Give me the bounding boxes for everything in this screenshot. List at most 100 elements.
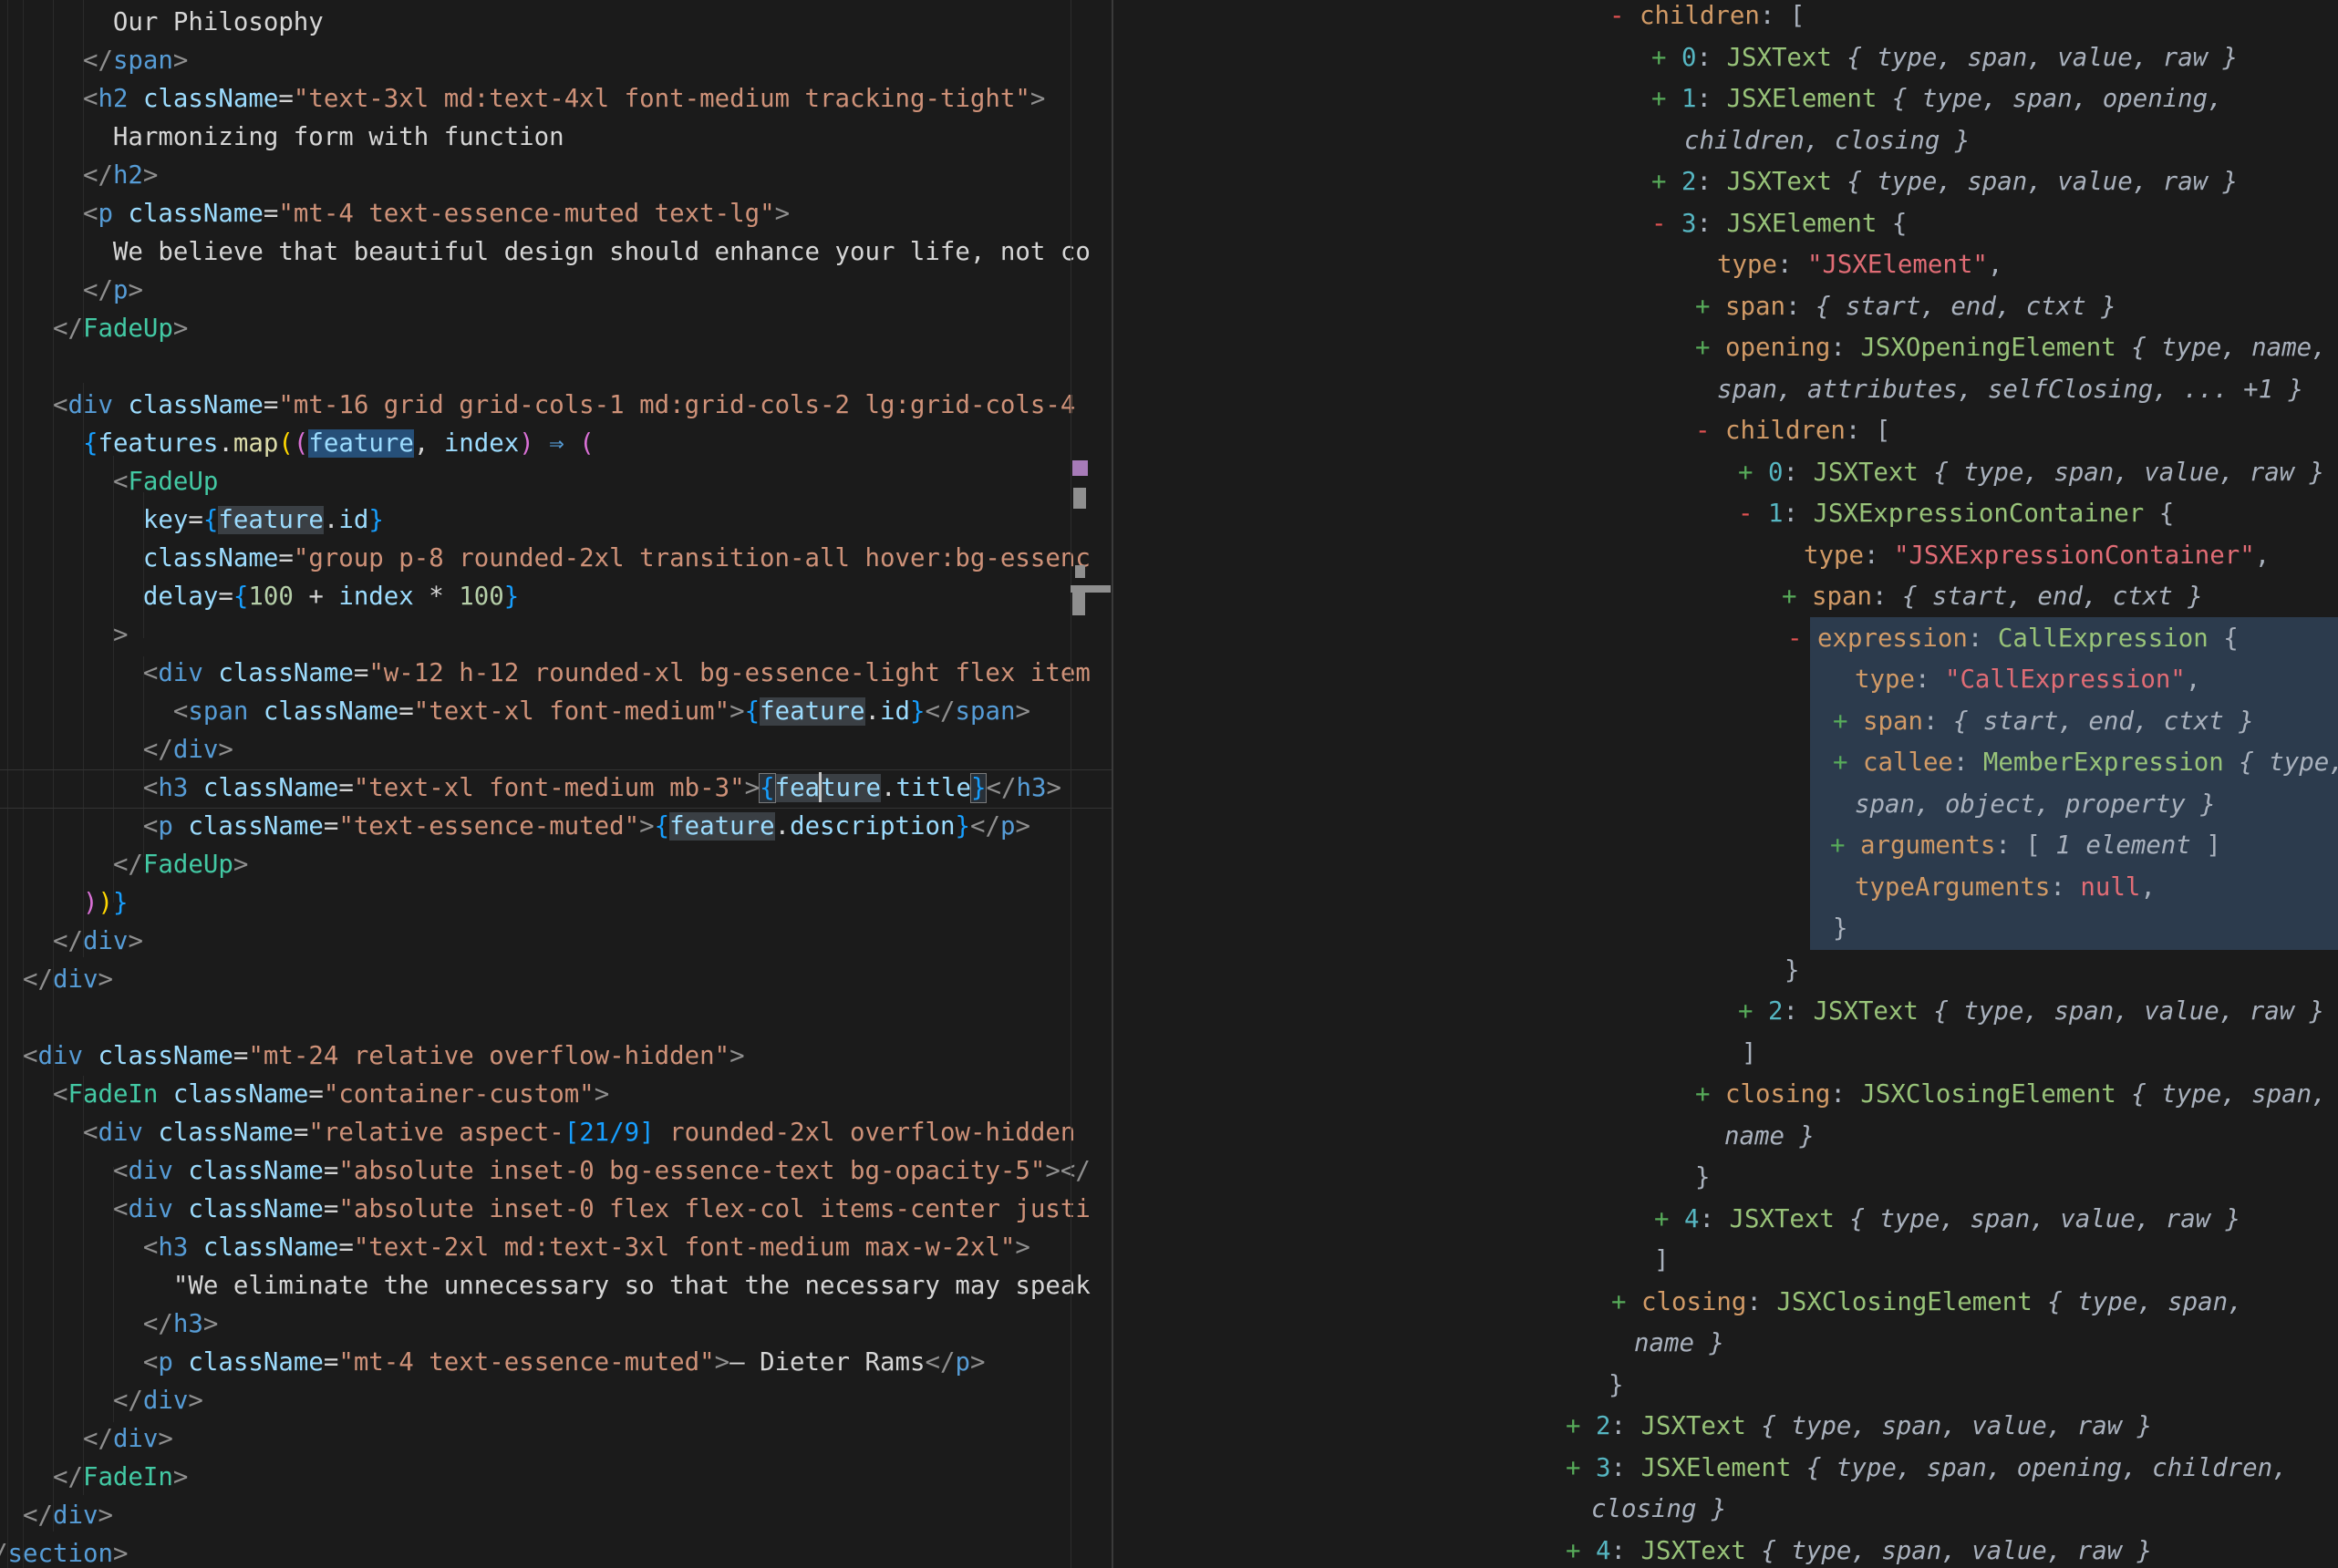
ast-tree-line[interactable]: - 3: JSXElement { [1651, 203, 1907, 245]
ast-tree-line[interactable]: + arguments: [ 1 element ] [1830, 825, 2221, 867]
code-token: section [8, 1540, 113, 1568]
ast-tree-line[interactable]: closing } [1591, 1489, 1726, 1531]
code-line[interactable]: key={feature.id} [0, 501, 1091, 540]
ast-tree-panel[interactable]: - children: [+ 0: JSXText { type, span, … [1113, 0, 2338, 1568]
ast-tree-line[interactable]: } [1695, 1157, 1711, 1199]
code-line[interactable]: "We eliminate the unnecessary so that th… [0, 1267, 1091, 1305]
ast-tree-line[interactable]: - children: [ [1609, 0, 1805, 37]
code-line[interactable]: <h3 className="text-xl font-medium mb-3"… [0, 769, 1091, 808]
code-line[interactable]: We believe that beautiful design should … [0, 233, 1091, 272]
ast-tree-line[interactable]: + 3: JSXElement { type, span, opening, c… [1566, 1448, 2288, 1490]
code-line[interactable]: </p> [0, 272, 1091, 310]
code-token [0, 1042, 23, 1070]
code-line[interactable]: <span className="text-xl font-medium">{f… [0, 693, 1091, 731]
code-token: delay [143, 583, 218, 611]
ast-tree-line[interactable]: type: "JSXElement", [1717, 244, 2002, 286]
ast-tree-line[interactable]: + 0: JSXText { type, span, value, raw } [1738, 452, 2324, 494]
ast-tree-line[interactable]: + callee: MemberExpression { type, [1833, 742, 2338, 784]
code-line[interactable]: <div className="absolute inset-0 flex fl… [0, 1191, 1091, 1229]
code-line[interactable]: </FadeUp> [0, 846, 1091, 884]
code-line[interactable]: ))} [0, 884, 1091, 923]
ast-tree-line[interactable]: + opening: JSXOpeningElement { type, nam… [1695, 327, 2327, 369]
code-token: + [1654, 1205, 1684, 1233]
code-lines[interactable]: Our Philosophy </span> <h2 className="te… [0, 4, 1091, 1568]
code-line[interactable]: <div className="w-12 h-12 rounded-xl bg-… [0, 655, 1091, 693]
ast-tree-line[interactable]: } [1609, 1365, 1624, 1407]
code-line[interactable]: </FadeIn> [0, 1459, 1091, 1497]
code-token: ) [83, 889, 98, 917]
ast-tree-line[interactable]: + 2: JSXText { type, span, value, raw } [1566, 1406, 2152, 1448]
ast-tree-line[interactable]: + 4: JSXText { type, span, value, raw } [1654, 1199, 2240, 1241]
ast-tree-line[interactable]: + 1: JSXElement { type, span, opening, [1651, 78, 2223, 120]
code-line[interactable]: </div> [0, 731, 1091, 769]
ast-tree-line[interactable]: - expression: CallExpression { [1787, 618, 2239, 660]
ast-tree-line[interactable]: name } [1634, 1323, 1724, 1365]
code-token: div [113, 1425, 158, 1453]
code-line[interactable]: </div> [0, 961, 1091, 999]
code-line[interactable]: <h3 className="text-2xl md:text-3xl font… [0, 1229, 1091, 1267]
code-line[interactable]: <FadeIn className="container-custom"> [0, 1076, 1091, 1114]
code-line[interactable]: </div> [0, 923, 1091, 961]
code-line[interactable]: <div className="mt-24 relative overflow-… [0, 1037, 1091, 1076]
code-line[interactable]: Harmonizing form with function [0, 119, 1091, 157]
code-token: < [143, 1348, 159, 1377]
ast-tree-line[interactable]: + closing: JSXClosingElement { type, spa… [1695, 1074, 2327, 1116]
code-token: > [188, 1387, 203, 1415]
code-token [188, 774, 203, 802]
code-token: span [1725, 293, 1785, 321]
ast-tree-line[interactable]: + span: { start, end, ctxt } [1782, 576, 2203, 618]
ast-tree-line[interactable]: + 4: JSXText { type, span, value, raw } [1566, 1531, 2152, 1568]
ast-tree-line[interactable]: type: "JSXExpressionContainer", [1804, 535, 2270, 577]
code-line[interactable]: </FadeUp> [0, 310, 1091, 348]
code-line[interactable]: <div className="relative aspect-[21/9] r… [0, 1114, 1091, 1152]
ast-tree-line[interactable]: + closing: JSXClosingElement { type, spa… [1611, 1282, 2243, 1324]
code-editor-pane[interactable]: Our Philosophy </span> <h2 className="te… [0, 0, 1112, 1568]
ast-tree-line[interactable]: } [1785, 950, 1800, 992]
code-token: . [218, 429, 233, 458]
ast-tree-line[interactable]: ] [1742, 1033, 1757, 1075]
code-line[interactable]: </span> [0, 42, 1091, 80]
code-token: className [128, 391, 263, 419]
code-token: </ [925, 1348, 955, 1377]
code-line[interactable]: </h3> [0, 1305, 1091, 1344]
ast-tree-line[interactable]: children, closing } [1684, 120, 1970, 162]
ast-tree-line[interactable]: ] [1654, 1240, 1670, 1282]
ast-tree-line[interactable]: + span: { start, end, ctxt } [1695, 286, 2116, 328]
ast-tree-line[interactable]: + 2: JSXText { type, span, value, raw } [1738, 991, 2324, 1033]
code-line[interactable]: Our Philosophy [0, 4, 1091, 42]
code-line[interactable]: <h2 className="text-3xl md:text-4xl font… [0, 80, 1091, 119]
code-line[interactable]: {features.map((feature, index) ⇒ ( [0, 425, 1091, 463]
code-line[interactable]: <div className="absolute inset-0 bg-esse… [0, 1152, 1091, 1191]
ast-tree-line[interactable]: + 2: JSXText { type, span, value, raw } [1651, 161, 2238, 203]
ast-tree-line[interactable]: + 0: JSXText { type, span, value, raw } [1651, 37, 2238, 79]
code-line[interactable]: className="group p-8 rounded-2xl transit… [0, 540, 1091, 578]
code-line[interactable]: <div className="mt-16 grid grid-cols-1 m… [0, 387, 1091, 425]
code-token: — Dieter Rams [729, 1348, 925, 1377]
code-token: > [173, 1463, 189, 1491]
code-line[interactable]: <p className="mt-4 text-essence-muted te… [0, 195, 1091, 233]
code-line[interactable]: </div> [0, 1497, 1091, 1535]
code-line[interactable]: delay={100 + index * 100} [0, 578, 1091, 616]
code-line[interactable]: </h2> [0, 157, 1091, 195]
code-line[interactable]: <p className="text-essence-muted">{featu… [0, 808, 1091, 846]
ast-tree-line[interactable]: - children: [ [1695, 410, 1890, 452]
code-token: rounded-2xl overflow-hidden [655, 1119, 1076, 1147]
ast-tree-line[interactable]: span, object, property } [1855, 784, 2216, 826]
code-token [128, 85, 143, 113]
ast-tree-line[interactable]: } [1833, 908, 1848, 950]
code-line[interactable]: </div> [0, 1420, 1091, 1459]
ast-tree-line[interactable]: type: "CallExpression", [1855, 659, 2200, 701]
code-line[interactable] [0, 999, 1091, 1037]
code-line[interactable]: </div> [0, 1382, 1091, 1420]
code-line[interactable]: <p className="mt-4 text-essence-muted">—… [0, 1344, 1091, 1382]
ast-tree-line[interactable]: + span: { start, end, ctxt } [1833, 701, 2254, 743]
code-line[interactable] [0, 348, 1091, 387]
code-line[interactable]: <FadeUp [0, 463, 1091, 501]
ast-tree-line[interactable]: span, attributes, selfClosing, ... +1 } [1717, 369, 2303, 411]
code-line[interactable]: > [0, 616, 1091, 655]
ast-tree-line[interactable]: name } [1724, 1116, 1815, 1158]
ast-tree-line[interactable]: - 1: JSXExpressionContainer { [1738, 493, 2174, 535]
code-token: > [715, 1348, 730, 1377]
code-line[interactable]: /section> [0, 1535, 1091, 1568]
ast-tree-line[interactable]: typeArguments: null, [1855, 867, 2156, 909]
